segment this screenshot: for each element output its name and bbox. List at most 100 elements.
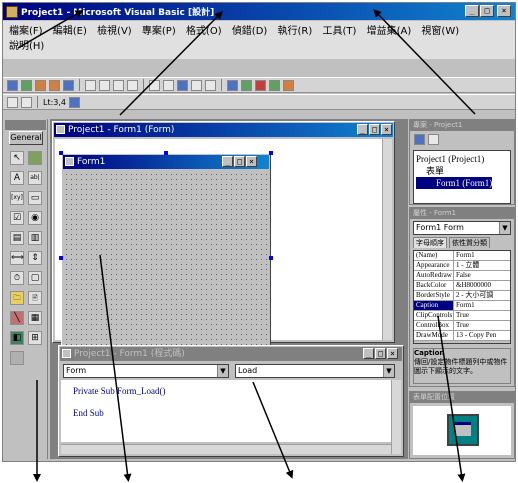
menu-format[interactable]: 格式(O) xyxy=(186,26,222,37)
property-row[interactable]: ClipControls True xyxy=(414,311,510,321)
property-row[interactable]: AutoRedraw False xyxy=(414,271,510,281)
property-row[interactable]: BackColor &H8000000 xyxy=(414,281,510,291)
filelistbox-tool[interactable]: 🖹 xyxy=(28,291,42,305)
code-horizontal-scrollbar[interactable] xyxy=(61,444,391,454)
chevron-down-icon[interactable]: ▼ xyxy=(499,222,510,234)
label-tool[interactable]: A xyxy=(10,171,24,185)
code-window-titlebar[interactable]: Project1 - Form1 (程式碼) xyxy=(60,347,402,361)
tree-item-forms-folder[interactable]: 表單 xyxy=(416,165,508,177)
menu-tools[interactable]: 工具(T) xyxy=(322,26,356,37)
end-button[interactable] xyxy=(205,79,216,91)
property-value[interactable]: &H8000000 xyxy=(454,281,510,290)
start-button[interactable] xyxy=(177,79,188,91)
undo-button[interactable] xyxy=(149,79,160,91)
menu-project[interactable]: 專案(P) xyxy=(142,26,176,37)
designer-vertical-scrollbar[interactable] xyxy=(382,139,392,340)
title-bar[interactable]: Project1 - Microsoft Visual Basic [設計] _… xyxy=(3,3,515,20)
property-value[interactable]: 2 - 大小可調 xyxy=(454,291,510,300)
add-project-button[interactable] xyxy=(7,79,18,91)
property-row[interactable]: ControlBox True xyxy=(414,321,510,331)
menu-edit[interactable]: 編輯(E) xyxy=(53,26,87,37)
copy-button[interactable] xyxy=(99,79,110,91)
designer-minimize-button[interactable]: _ xyxy=(357,124,368,135)
view-code-button[interactable] xyxy=(414,134,425,145)
menu-view[interactable]: 檢視(V) xyxy=(97,26,132,37)
image-tool[interactable]: ◧ xyxy=(10,331,24,345)
form1-maximize-button[interactable]: □ xyxy=(234,156,245,167)
designer-maximize-button[interactable]: □ xyxy=(369,124,380,135)
dirlistbox-tool[interactable]: 🗀 xyxy=(10,291,24,305)
align-center-button[interactable] xyxy=(21,96,32,108)
object-combo[interactable]: Form ▼ xyxy=(63,364,229,378)
listbox-tool[interactable]: ▥ xyxy=(28,231,42,245)
resize-handle[interactable] xyxy=(59,151,63,155)
view-object-button[interactable] xyxy=(428,134,439,145)
picturebox-tool[interactable] xyxy=(28,151,42,165)
tab-alphabetic[interactable]: 字母順序 xyxy=(413,237,447,248)
tab-categorized[interactable]: 依性質分類 xyxy=(449,237,490,248)
chevron-down-icon[interactable]: ▼ xyxy=(383,365,394,377)
vscrollbar-tool[interactable]: ⇕ xyxy=(28,251,42,265)
break-button[interactable] xyxy=(191,79,202,91)
property-value[interactable]: 1 - 立體 xyxy=(454,261,510,270)
save-project-button[interactable] xyxy=(63,79,74,91)
code-maximize-button[interactable]: □ xyxy=(375,348,386,359)
property-value[interactable]: Form1 xyxy=(454,251,510,260)
menu-file[interactable]: 檔案(F) xyxy=(9,26,43,37)
menu-addins[interactable]: 增益集(A) xyxy=(367,26,412,37)
property-row[interactable]: DrawMode 13 - Copy Pen xyxy=(414,331,510,341)
hscrollbar-tool[interactable]: ⟺ xyxy=(10,251,24,265)
form-layout-button[interactable] xyxy=(255,79,266,91)
checkbox-tool[interactable]: ☑ xyxy=(10,211,24,225)
maximize-button[interactable]: □ xyxy=(480,5,494,17)
frame-tool[interactable]: [xy] xyxy=(10,191,24,205)
paste-button[interactable] xyxy=(113,79,124,91)
menu-window[interactable]: 視窗(W) xyxy=(421,26,459,37)
lock-controls-button[interactable] xyxy=(69,96,81,108)
tree-item-form1[interactable]: Form1 (Form1) xyxy=(416,177,493,189)
form-position-preview[interactable] xyxy=(455,422,471,436)
property-value[interactable]: False xyxy=(454,271,510,280)
resize-handle[interactable] xyxy=(269,151,273,155)
property-value[interactable]: True xyxy=(454,321,510,330)
cut-button[interactable] xyxy=(85,79,96,91)
close-button[interactable]: × xyxy=(497,5,511,17)
code-editor[interactable]: Private Sub Form_Load() End Sub xyxy=(61,380,391,442)
resize-handle[interactable] xyxy=(164,151,168,155)
property-row[interactable]: BorderStyle 2 - 大小可調 xyxy=(414,291,510,301)
menu-debug[interactable]: 偵錯(D) xyxy=(232,26,268,37)
open-project-button[interactable] xyxy=(49,79,60,91)
code-vertical-scrollbar[interactable] xyxy=(391,380,401,454)
property-value[interactable]: Form1 xyxy=(454,301,510,310)
menu-editor-button[interactable] xyxy=(35,79,46,91)
chevron-down-icon[interactable]: ▼ xyxy=(217,365,228,377)
form1-object[interactable]: Form1 _ □ × xyxy=(61,153,271,363)
tree-item-project[interactable]: Project1 (Project1) xyxy=(416,153,508,165)
optionbutton-tool[interactable]: ◉ xyxy=(28,211,42,225)
pointer-tool[interactable]: ↖ xyxy=(10,151,24,165)
property-row-selected[interactable]: Caption Form1 xyxy=(414,301,510,311)
property-value[interactable]: True xyxy=(454,311,510,320)
combobox-tool[interactable]: ▤ xyxy=(10,231,24,245)
property-row[interactable]: Appearance 1 - 立體 xyxy=(414,261,510,271)
redo-button[interactable] xyxy=(163,79,174,91)
toolbox-button[interactable] xyxy=(283,79,294,91)
project-explorer-button[interactable] xyxy=(227,79,238,91)
timer-tool[interactable]: ⏱ xyxy=(10,271,24,285)
code-close-button[interactable]: × xyxy=(387,348,398,359)
minimize-button[interactable]: _ xyxy=(465,5,479,17)
object-browser-button[interactable] xyxy=(269,79,280,91)
line-tool[interactable]: ▦ xyxy=(28,311,42,325)
add-form-button[interactable] xyxy=(21,79,32,91)
textbox-tool[interactable]: ab| xyxy=(28,171,42,185)
form1-grid[interactable] xyxy=(64,172,268,360)
resize-handle[interactable] xyxy=(59,256,63,260)
form1-minimize-button[interactable]: _ xyxy=(222,156,233,167)
form-designer-titlebar[interactable]: Project1 - Form1 (Form) xyxy=(54,123,393,137)
align-left-button[interactable] xyxy=(7,96,18,108)
commandbutton-tool[interactable]: ▭ xyxy=(28,191,42,205)
find-button[interactable] xyxy=(127,79,138,91)
code-minimize-button[interactable]: _ xyxy=(363,348,374,359)
ole-tool[interactable] xyxy=(10,351,24,365)
property-value[interactable]: 13 - Copy Pen xyxy=(454,331,510,340)
